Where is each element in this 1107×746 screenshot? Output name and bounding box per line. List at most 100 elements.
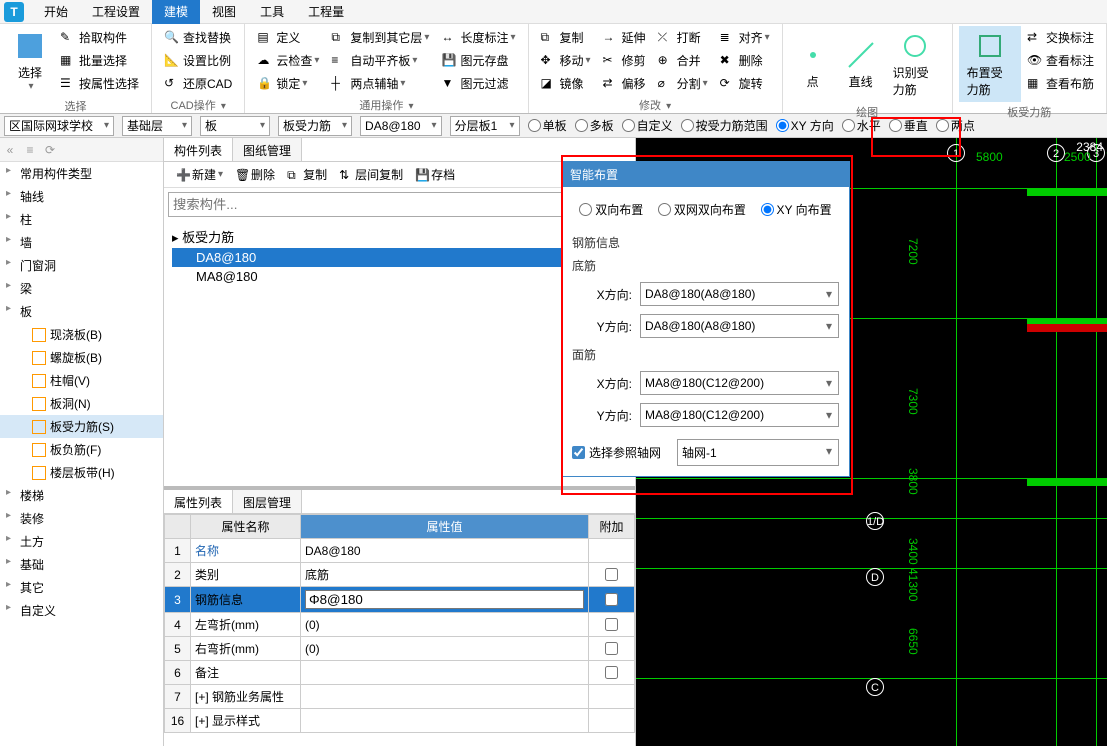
copy-to-layer-button[interactable]: ⧉复制到其它层▾ xyxy=(327,27,433,48)
tab-prop-list[interactable]: 属性列表 xyxy=(164,490,233,513)
fsel-type[interactable]: 板受力筋 xyxy=(278,116,352,136)
menu-tools[interactable]: 工具 xyxy=(248,0,296,24)
prop-cell[interactable]: 6 xyxy=(165,661,191,685)
component-item[interactable]: MA8@180 xyxy=(172,267,627,286)
prop-cell[interactable]: (0) xyxy=(301,637,589,661)
tree-leaf[interactable]: 板受力筋(S) xyxy=(0,415,163,438)
cloud-check-button[interactable]: ☁云检查▾ xyxy=(253,50,323,71)
tree-collapse-icon[interactable]: « xyxy=(0,143,20,157)
prop-cell[interactable] xyxy=(301,709,589,733)
prop-extra-checkbox[interactable] xyxy=(605,642,618,655)
tree-leaf[interactable]: 现浇板(B) xyxy=(0,323,163,346)
prop-cell[interactable]: 名称 xyxy=(191,539,301,563)
restore-cad-button[interactable]: ↺还原CAD xyxy=(160,73,236,94)
prop-cell[interactable]: 底筋 xyxy=(301,563,589,587)
fsel-project[interactable]: 区国际网球学校 xyxy=(4,116,114,136)
prop-extra-checkbox[interactable] xyxy=(605,666,618,679)
tree-item[interactable]: 常用构件类型 xyxy=(0,162,163,185)
search-input[interactable] xyxy=(168,192,623,217)
tree-item[interactable]: 柱 xyxy=(0,208,163,231)
tree-item[interactable]: 门窗洞 xyxy=(0,254,163,277)
prop-cell[interactable] xyxy=(301,587,589,613)
tab-layer-manage[interactable]: 图层管理 xyxy=(233,490,302,513)
layout-rebar-button[interactable]: 布置受力筋 xyxy=(959,26,1021,102)
complist-root[interactable]: ▸ 板受力筋 xyxy=(172,225,627,248)
fsel-layer[interactable]: 分层板1 xyxy=(450,116,520,136)
split-button[interactable]: ⌀分割▾ xyxy=(654,73,712,94)
prop-cell[interactable]: 4 xyxy=(165,613,191,637)
prop-cell[interactable]: 1 xyxy=(165,539,191,563)
prop-cell[interactable]: 7 xyxy=(165,685,191,709)
save-elem-button[interactable]: 💾图元存盘 xyxy=(437,50,519,71)
pick-component-button[interactable]: ✎拾取构件 xyxy=(56,27,143,48)
bottom-x-select[interactable]: DA8@180(A8@180) xyxy=(640,282,839,306)
extend-button[interactable]: →延伸 xyxy=(599,27,650,48)
prop-cell[interactable] xyxy=(301,661,589,685)
prop-extra-checkbox[interactable] xyxy=(605,618,618,631)
tree-item[interactable]: 楼梯 xyxy=(0,484,163,507)
top-x-select[interactable]: MA8@180(C12@200) xyxy=(640,371,839,395)
ref-grid-checkbox[interactable] xyxy=(572,446,585,459)
prop-cell[interactable]: [+] 钢筋业务属性 xyxy=(191,685,301,709)
radio-ver[interactable]: 垂直 xyxy=(889,117,928,134)
prop-cell[interactable]: 16 xyxy=(165,709,191,733)
tree-item[interactable]: 其它 xyxy=(0,576,163,599)
fsel-spec[interactable]: DA8@180 xyxy=(360,116,442,136)
lock-button[interactable]: 🔒锁定▾ xyxy=(253,73,323,94)
top-y-select[interactable]: MA8@180(C12@200) xyxy=(640,403,839,427)
prop-cell[interactable] xyxy=(588,709,634,733)
copy-button2[interactable]: ⧉复制 xyxy=(287,166,327,183)
tree-item[interactable]: 自定义 xyxy=(0,599,163,622)
set-scale-button[interactable]: 📐设置比例 xyxy=(160,50,236,71)
dlg-radio-xy[interactable]: XY 向布置 xyxy=(761,201,832,218)
point-button[interactable]: 点 xyxy=(789,26,837,102)
radio-custom[interactable]: 自定义 xyxy=(622,117,673,134)
prop-cell[interactable]: 5 xyxy=(165,637,191,661)
prop-cell[interactable] xyxy=(588,661,634,685)
find-replace-button[interactable]: 🔍查找替换 xyxy=(160,27,236,48)
prop-cell[interactable] xyxy=(588,613,634,637)
prop-value-input[interactable] xyxy=(305,590,584,609)
tree-leaf[interactable]: 板负筋(F) xyxy=(0,438,163,461)
prop-cell[interactable] xyxy=(588,587,634,613)
select-by-attr-button[interactable]: ☰按属性选择 xyxy=(56,73,143,94)
new-button[interactable]: ➕新建▾ xyxy=(176,166,223,183)
dlg-radio-bi[interactable]: 双向布置 xyxy=(579,201,643,218)
prop-extra-checkbox[interactable] xyxy=(605,568,618,581)
auto-align-button[interactable]: ≡自动平齐板▾ xyxy=(327,50,433,71)
fsel-category[interactable]: 板 xyxy=(200,116,270,136)
offset-button[interactable]: ⇄偏移 xyxy=(599,73,650,94)
prop-extra-checkbox[interactable] xyxy=(593,593,630,606)
ref-grid-select[interactable]: 轴网-1 xyxy=(677,439,839,466)
malign-button[interactable]: ≣对齐▾ xyxy=(716,27,774,48)
mirror-button[interactable]: ◪镜像 xyxy=(537,73,595,94)
tab-drawing-manage[interactable]: 图纸管理 xyxy=(233,138,302,161)
bottom-y-select[interactable]: DA8@180(A8@180) xyxy=(640,314,839,338)
prop-cell[interactable] xyxy=(301,685,589,709)
tree-item[interactable]: 土方 xyxy=(0,530,163,553)
prop-cell[interactable]: [+] 显示样式 xyxy=(191,709,301,733)
archive-button[interactable]: 💾存档 xyxy=(415,166,455,183)
prop-cell[interactable]: 右弯折(mm) xyxy=(191,637,301,661)
tab-component-list[interactable]: 构件列表 xyxy=(164,138,233,161)
prop-cell[interactable] xyxy=(588,637,634,661)
tree-item[interactable]: 墙 xyxy=(0,231,163,254)
view-dim-button[interactable]: 👁查看标注 xyxy=(1023,50,1098,71)
radio-range[interactable]: 按受力筋范围 xyxy=(681,117,768,134)
tree-expand-icon[interactable]: ≡ xyxy=(20,143,40,157)
radio-single[interactable]: 单板 xyxy=(528,117,567,134)
define-button[interactable]: ▤定义 xyxy=(253,27,323,48)
tree-item[interactable]: 基础 xyxy=(0,553,163,576)
break-button[interactable]: ⤫打断 xyxy=(654,27,712,48)
tree-leaf[interactable]: 楼层板带(H) xyxy=(0,461,163,484)
menu-start[interactable]: 开始 xyxy=(32,0,80,24)
copy-button[interactable]: ⧉复制 xyxy=(537,27,595,48)
menu-modeling[interactable]: 建模 xyxy=(152,0,200,24)
prop-cell[interactable] xyxy=(588,539,634,563)
two-point-axis-button[interactable]: ┼两点辅轴▾ xyxy=(327,73,433,94)
prop-cell[interactable] xyxy=(588,563,634,587)
select-button[interactable]: 选择▾ xyxy=(6,26,54,96)
dlg-radio-dbl[interactable]: 双网双向布置 xyxy=(658,201,746,218)
prop-cell[interactable]: 左弯折(mm) xyxy=(191,613,301,637)
radio-hor[interactable]: 水平 xyxy=(842,117,881,134)
